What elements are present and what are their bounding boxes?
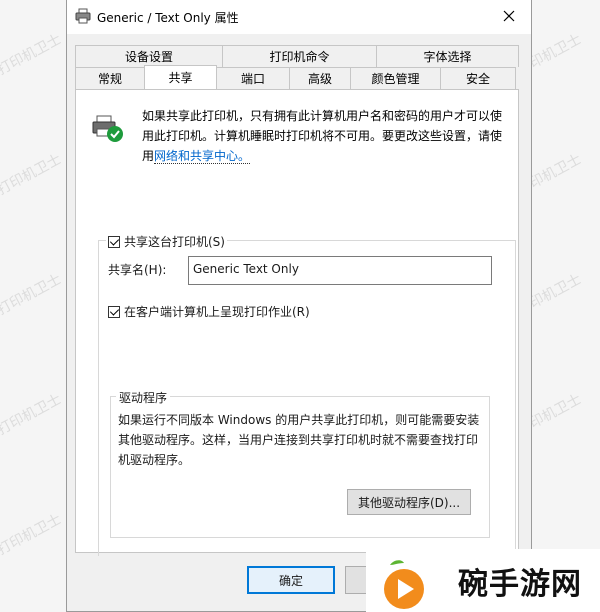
watermark: 打印机卫士 bbox=[0, 31, 65, 79]
tab-font-selection[interactable]: 字体选择 bbox=[376, 45, 519, 67]
sharing-panel: 如果共享此打印机，只有拥有此计算机用户名和密码的用户才可以使用此打印机。计算机睡… bbox=[75, 89, 519, 556]
tab-security[interactable]: 安全 bbox=[440, 67, 516, 89]
driver-description: 如果运行不同版本 Windows 的用户共享此打印机，则可能需要安装其他驱动程序… bbox=[118, 413, 480, 467]
share-name-label: 共享名(H): bbox=[108, 263, 167, 277]
brand-overlay: 碗手游网 bbox=[366, 549, 600, 612]
checkbox-checked-icon bbox=[108, 305, 120, 318]
watermark: 打印机卫士 bbox=[0, 511, 65, 559]
tab-ports[interactable]: 端口 bbox=[216, 67, 290, 89]
tab-sharing[interactable]: 共享 bbox=[144, 65, 217, 89]
additional-drivers-button[interactable]: 其他驱动程序(D)... bbox=[347, 489, 471, 515]
tab-device-settings[interactable]: 设备设置 bbox=[75, 45, 223, 67]
render-jobs-checkbox[interactable]: 在客户端计算机上呈现打印作业(R) bbox=[108, 303, 310, 320]
printer-icon bbox=[75, 8, 91, 27]
tab-row-front: 常规 共享 端口 高级 颜色管理 安全 bbox=[75, 65, 516, 89]
tab-general[interactable]: 常规 bbox=[75, 67, 145, 89]
brand-logo-icon bbox=[376, 557, 428, 609]
close-button[interactable] bbox=[487, 0, 531, 34]
render-jobs-label: 在客户端计算机上呈现打印作业(R) bbox=[124, 305, 310, 319]
brand-name: 碗手游网 bbox=[458, 567, 582, 602]
sharing-info: 如果共享此打印机，只有拥有此计算机用户名和密码的用户才可以使用此打印机。计算机睡… bbox=[142, 106, 508, 166]
share-printer-checkbox[interactable]: 共享这台打印机(S) bbox=[106, 233, 227, 250]
watermark: 打印机卫士 bbox=[0, 271, 65, 319]
printer-properties-dialog: Generic / Text Only 属性 设备设置 打印机命令 字体选择 常… bbox=[66, 0, 532, 612]
window-title: Generic / Text Only 属性 bbox=[97, 10, 239, 25]
tab-strip: 设备设置 打印机命令 字体选择 常规 共享 端口 高级 颜色管理 安全 bbox=[75, 45, 519, 89]
watermark: 打印机卫士 bbox=[0, 391, 65, 439]
tab-printer-commands[interactable]: 打印机命令 bbox=[222, 45, 377, 67]
title-bar: Generic / Text Only 属性 bbox=[67, 0, 531, 34]
tab-row-back: 设备设置 打印机命令 字体选择 bbox=[75, 45, 519, 67]
network-sharing-center-link[interactable]: 网络和共享中心。 bbox=[154, 149, 251, 164]
ok-button[interactable]: 确定 bbox=[247, 566, 335, 594]
share-name-input[interactable]: Generic Text Only bbox=[188, 256, 492, 285]
tab-advanced[interactable]: 高级 bbox=[289, 67, 351, 89]
driver-group-legend: 驱动程序 bbox=[116, 389, 171, 406]
watermark: 打印机卫士 bbox=[0, 151, 65, 199]
shared-printer-icon bbox=[92, 114, 126, 144]
tab-color-management[interactable]: 颜色管理 bbox=[350, 67, 441, 89]
checkbox-checked-icon bbox=[108, 235, 120, 248]
close-icon bbox=[503, 10, 515, 25]
share-printer-label: 共享这台打印机(S) bbox=[124, 235, 225, 249]
